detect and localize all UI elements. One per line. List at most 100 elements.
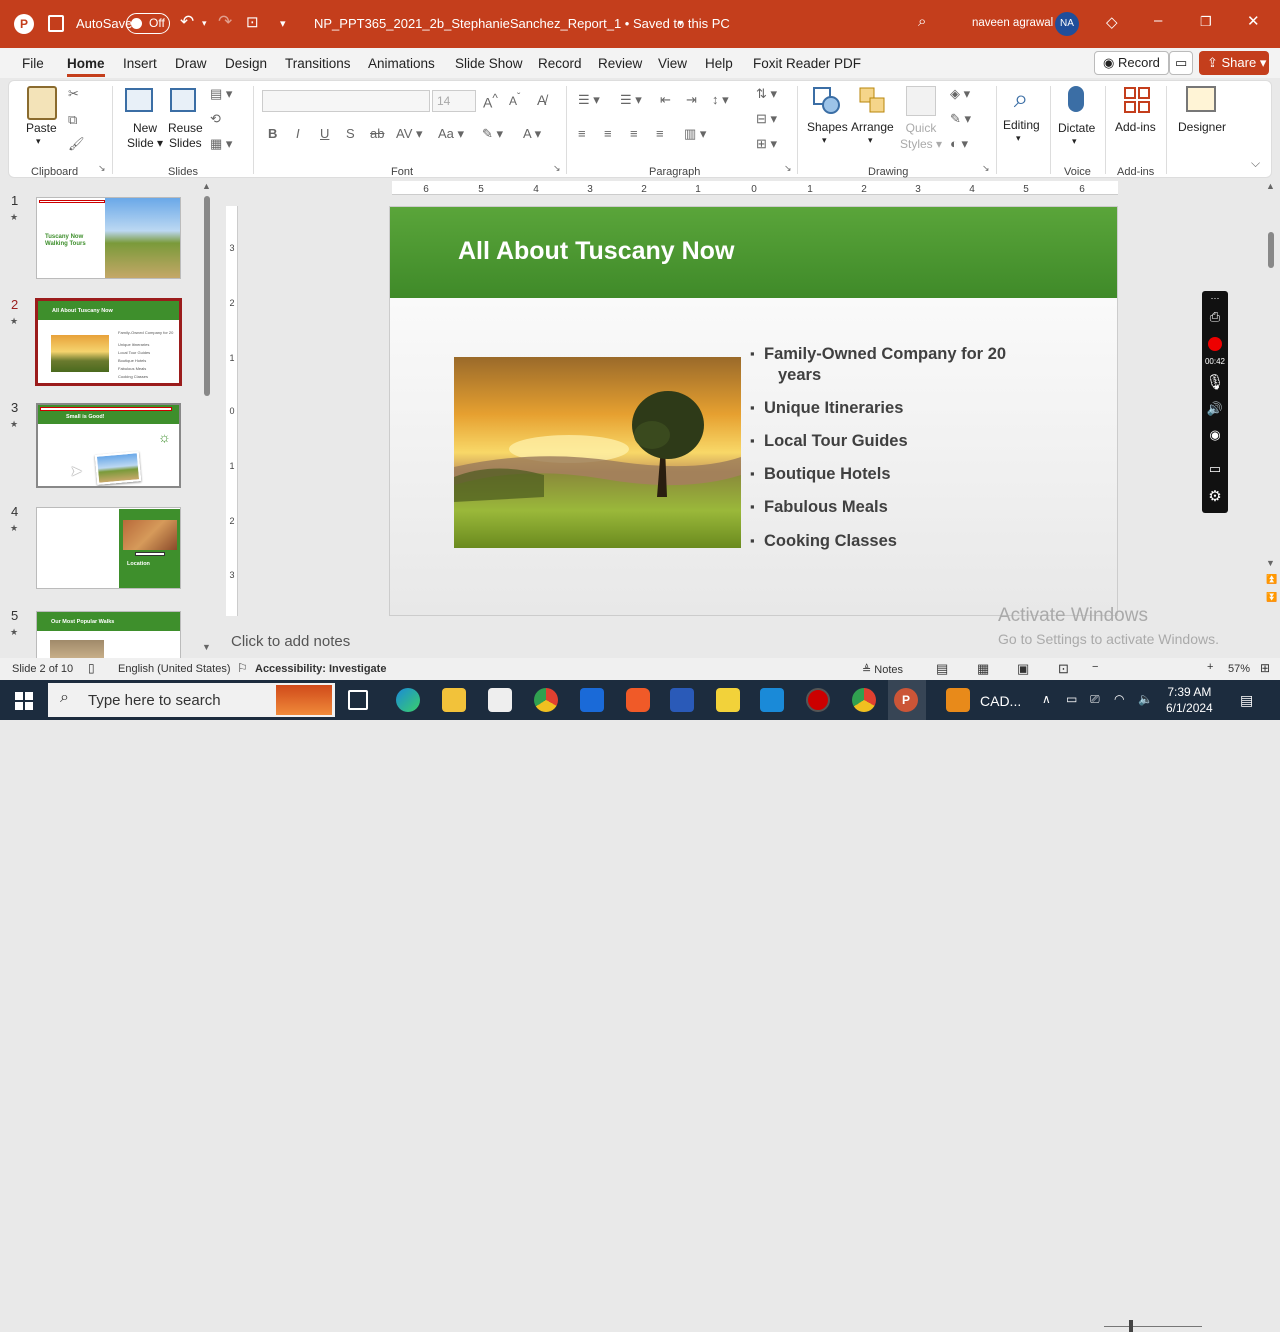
addins-icon[interactable] (1123, 86, 1151, 114)
section-icon[interactable]: ▦ ▾ (210, 136, 232, 152)
paste-dropdown-icon[interactable]: ▾ (36, 136, 41, 147)
slideshow-view-icon[interactable]: ⊡ (1058, 661, 1069, 677)
undo-icon[interactable]: ↶ (180, 12, 194, 32)
battery-icon[interactable]: ▭ (1066, 692, 1077, 706)
scroll-up-icon[interactable]: ▲ (1266, 181, 1275, 191)
microphone-icon[interactable] (1068, 86, 1084, 112)
dictate-button[interactable]: Dictate (1058, 121, 1095, 135)
record-stop-icon[interactable] (1208, 337, 1222, 351)
shapes-button[interactable]: Shapes (807, 120, 848, 134)
menu-home[interactable]: Home (67, 56, 105, 77)
reuse-slides-icon[interactable] (170, 88, 196, 112)
present-icon[interactable]: ⊡ (246, 13, 259, 31)
slide-scrollbar[interactable] (1268, 232, 1274, 268)
editing-button[interactable]: Editing (1003, 118, 1040, 132)
character-spacing-icon[interactable]: AV ▾ (396, 126, 423, 142)
undo-dropdown-icon[interactable]: ▾ (202, 18, 207, 29)
volume-icon[interactable]: 🔈 (1138, 692, 1153, 706)
shapes-dropdown-icon[interactable]: ▾ (822, 135, 827, 146)
tuscany-tree-photo[interactable] (454, 357, 741, 548)
menu-animations[interactable]: Animations (368, 56, 435, 71)
language-status[interactable]: English (United States) (118, 663, 231, 675)
scroll-down-icon[interactable]: ▼ (202, 642, 211, 652)
microphone-icon[interactable]: 🎙 (1202, 373, 1228, 391)
shape-fill-icon[interactable]: ◈ ▾ (950, 86, 970, 102)
editing-icon[interactable]: ⌕ (1006, 83, 1036, 114)
arrange-dropdown-icon[interactable]: ▾ (868, 135, 873, 146)
customize-qat-icon[interactable]: ▾ (280, 17, 286, 30)
text-direction-icon[interactable]: ⇅ ▾ (756, 86, 777, 102)
designer-icon[interactable] (1186, 86, 1216, 112)
menu-view[interactable]: View (658, 56, 687, 71)
change-case-icon[interactable]: Aa ▾ (438, 126, 464, 142)
spelling-icon[interactable]: ▯ (88, 661, 95, 675)
addins-button[interactable]: Add-ins (1115, 120, 1156, 134)
grow-font-icon[interactable]: A^ (483, 92, 498, 111)
scroll-down-icon[interactable]: ▼ (1266, 558, 1275, 568)
align-left-icon[interactable]: ≡ (578, 126, 586, 141)
accessibility-status[interactable]: Accessibility: Investigate (255, 663, 386, 675)
clipboard-launcher-icon[interactable]: ↘ (98, 163, 106, 174)
zoom-slider[interactable] (1104, 1326, 1202, 1327)
increase-indent-icon[interactable]: ⇥ (686, 92, 697, 108)
device-icon[interactable]: ⎚ (1090, 692, 1100, 707)
columns-icon[interactable]: ▥ ▾ (684, 126, 706, 142)
diamond-icon[interactable]: ◇ (1106, 13, 1118, 31)
cad-app-label[interactable]: CAD... (980, 693, 1021, 709)
new-slide-icon[interactable] (125, 88, 153, 112)
autosave-toggle[interactable]: Off (126, 13, 170, 34)
fit-to-window-icon[interactable]: ⊞ (1260, 661, 1270, 675)
font-launcher-icon[interactable]: ↘ (553, 163, 561, 174)
webcam-icon[interactable]: ◉ (1202, 427, 1228, 443)
format-painter-icon[interactable]: 🖌 (68, 136, 85, 152)
share-button[interactable]: ⇪ Share ▾ (1199, 51, 1269, 75)
mail-icon[interactable] (580, 688, 604, 712)
justify-icon[interactable]: ≡ (656, 126, 664, 141)
editing-dropdown-icon[interactable]: ▾ (1016, 133, 1021, 144)
layout-icon[interactable]: ▤ ▾ (210, 86, 232, 102)
menu-review[interactable]: Review (598, 56, 642, 71)
shapes-icon[interactable] (812, 86, 840, 114)
quick-styles-icon[interactable] (906, 86, 936, 116)
menu-transitions[interactable]: Transitions (285, 56, 351, 71)
bullets-icon[interactable]: ☰ ▾ (578, 92, 600, 108)
paragraph-launcher-icon[interactable]: ↘ (784, 163, 792, 174)
word-icon[interactable] (670, 688, 694, 712)
highlight-icon[interactable]: ✎ ▾ (482, 126, 503, 142)
align-center-icon[interactable]: ≡ (604, 126, 612, 141)
smartart-icon[interactable]: ⊞ ▾ (756, 136, 777, 152)
align-right-icon[interactable]: ≡ (630, 126, 638, 141)
recorder-menu-icon[interactable]: ⋯ (1202, 293, 1228, 304)
chrome-icon[interactable] (852, 688, 876, 712)
task-view-icon[interactable] (348, 690, 368, 710)
taskbar-clock[interactable]: 7:39 AM 6/1/2024 (1166, 684, 1213, 716)
menu-slide-show[interactable]: Slide Show (455, 56, 523, 71)
camera-icon[interactable]: ⎙ (1202, 309, 1228, 325)
speaker-icon[interactable]: 🔊 (1202, 401, 1228, 417)
menu-foxit[interactable]: Foxit Reader PDF (753, 56, 861, 71)
paste-button[interactable]: Paste (26, 121, 57, 135)
file-explorer-icon[interactable] (442, 688, 466, 712)
align-text-icon[interactable]: ⊟ ▾ (756, 111, 777, 127)
copy-icon[interactable]: ⧉ (68, 112, 77, 128)
recorder-app-icon[interactable] (806, 688, 830, 712)
font-color-icon[interactable]: A ▾ (523, 126, 541, 142)
paste-icon[interactable] (27, 86, 57, 120)
menu-design[interactable]: Design (225, 56, 267, 71)
search-icon[interactable]: ⌕ (918, 13, 926, 30)
strikethrough-icon[interactable]: ab (370, 126, 384, 141)
save-icon[interactable] (48, 15, 64, 32)
normal-view-icon[interactable]: ▤ (936, 661, 948, 677)
menu-help[interactable]: Help (705, 56, 733, 71)
cad-app-icon[interactable] (946, 688, 970, 712)
line-spacing-icon[interactable]: ↕ ▾ (712, 92, 729, 108)
horizontal-ruler[interactable]: 6 5 4 3 2 1 0 1 2 3 4 5 6 (392, 181, 1118, 195)
slide-thumbnail-4[interactable]: Location (36, 507, 181, 589)
reuse-slides-button[interactable]: Reuse Slides (168, 121, 203, 151)
reset-icon[interactable]: ⟲ (210, 111, 221, 127)
slide-thumbnail-2[interactable]: All About Tuscany Now Family-Owned Compa… (35, 298, 182, 386)
slide-thumbnail-1[interactable]: Tuscany Now Walking Tours (36, 197, 181, 279)
reading-view-icon[interactable]: ▣ (1017, 661, 1029, 677)
record-button[interactable]: ◉ Record (1094, 51, 1169, 75)
underline-icon[interactable]: U (320, 126, 329, 141)
